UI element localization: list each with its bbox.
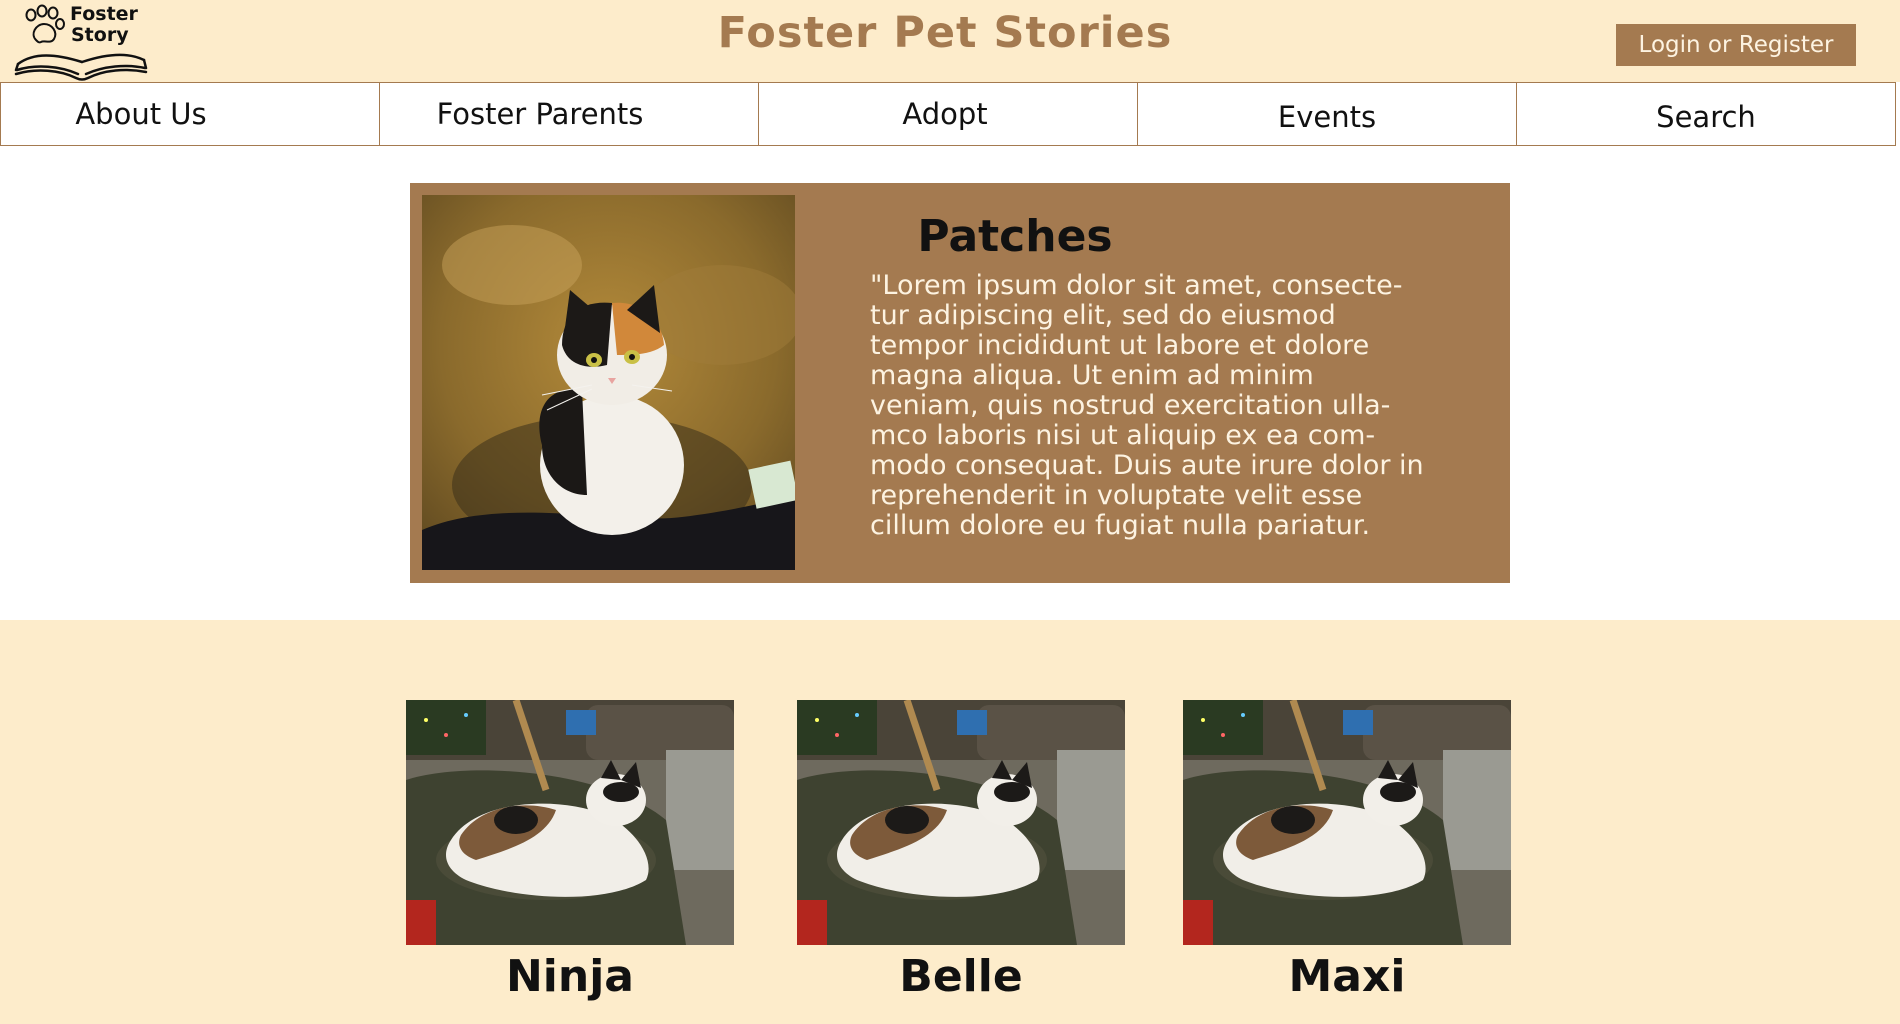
cat-on-blanket-image: [1183, 700, 1511, 945]
main-nav: About Us Foster Parents Adopt Events Sea…: [0, 82, 1900, 146]
pet-name: Ninja: [505, 951, 634, 1002]
nav-item-label: Adopt: [902, 97, 988, 131]
pet-card-ninja[interactable]: Ninja: [406, 700, 734, 1002]
nav-item-about-us[interactable]: About Us: [0, 82, 380, 146]
nav-item-label: About Us: [75, 97, 207, 131]
pet-card-belle[interactable]: Belle: [797, 700, 1125, 1002]
pet-photo[interactable]: [406, 700, 734, 945]
featured-pet-card: Patches "Lorem ipsum dolor sit amet, con…: [410, 183, 1510, 583]
featured-pet-name: Patches: [917, 211, 1113, 262]
featured-pet-story: "Lorem ipsum dolor sit amet, consecte-tu…: [870, 270, 1424, 541]
featured-pet-photo[interactable]: [422, 195, 795, 570]
nav-item-events[interactable]: Events: [1137, 82, 1517, 146]
nav-item-adopt[interactable]: Adopt: [758, 82, 1138, 146]
pet-name: Maxi: [1288, 951, 1406, 1002]
site-header: Foster Story Foster Pet Stories Login or…: [0, 0, 1900, 83]
cat-on-blanket-image: [406, 700, 734, 945]
pet-card-maxi[interactable]: Maxi: [1183, 700, 1511, 1002]
pet-photo[interactable]: [1183, 700, 1511, 945]
nav-item-label: Foster Parents: [436, 97, 644, 131]
site-title: Foster Pet Stories: [717, 8, 1173, 58]
pet-gallery: Ninja Belle Maxi: [0, 620, 1900, 1024]
calico-cat-image: [422, 195, 795, 570]
login-register-button[interactable]: Login or Register: [1616, 24, 1856, 66]
pet-photo[interactable]: [797, 700, 1125, 945]
nav-item-foster-parents[interactable]: Foster Parents: [379, 82, 759, 146]
nav-item-label: Search: [1656, 100, 1756, 134]
nav-item-search[interactable]: Search: [1516, 82, 1896, 146]
nav-item-label: Events: [1277, 100, 1377, 134]
pet-name: Belle: [899, 951, 1023, 1002]
cat-on-blanket-image: [797, 700, 1125, 945]
